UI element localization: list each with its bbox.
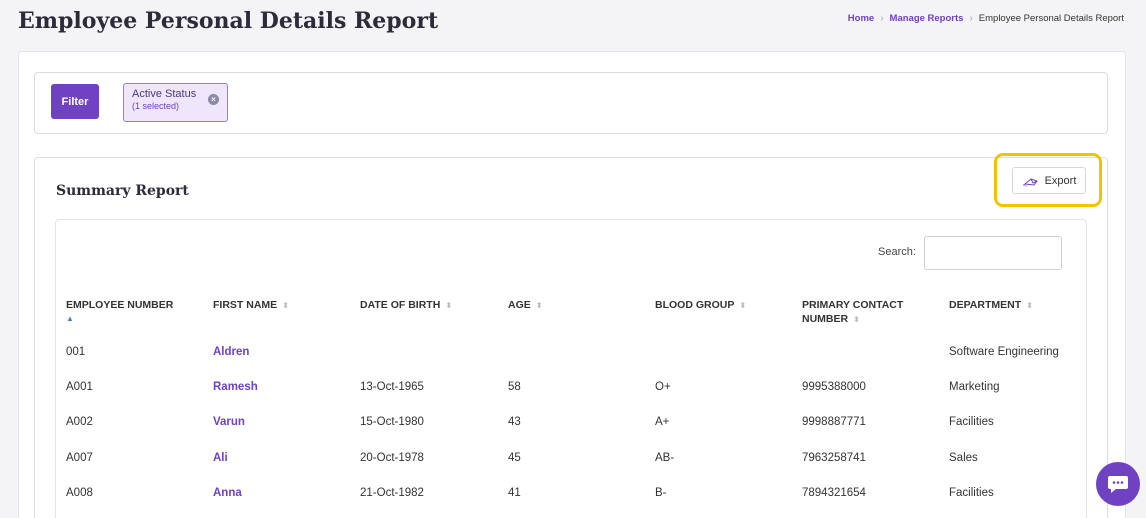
cell-employee-number: A008 — [66, 487, 93, 499]
breadcrumb: Home › Manage Reports › Employee Persona… — [848, 13, 1124, 24]
sort-icon: ⬍ — [535, 301, 543, 310]
cell-blood-group: O+ — [655, 381, 671, 393]
export-icon — [1022, 177, 1038, 187]
sort-icon: ⬍ — [853, 315, 860, 324]
chat-icon — [1108, 476, 1128, 493]
filter-button[interactable]: Filter — [51, 84, 99, 119]
column-header-label: AGE — [508, 299, 531, 311]
export-label: Export — [1044, 174, 1077, 187]
chat-button[interactable] — [1096, 462, 1140, 506]
column-header-blood-group[interactable]: BLOOD GROUP ⬍ — [655, 298, 746, 313]
cell-date-of-birth: 13-Oct-1965 — [360, 381, 424, 393]
cell-department: Facilities — [949, 487, 994, 499]
cell-age: 43 — [508, 416, 521, 428]
cell-date-of-birth: 15-Oct-1980 — [360, 416, 424, 428]
column-header-label: DATE OF BIRTH — [360, 299, 441, 311]
sort-asc-icon: ▲ — [66, 314, 74, 323]
cell-first-name-link[interactable]: Ramesh — [213, 381, 258, 393]
cell-contact-number: 9995388000 — [802, 381, 866, 393]
export-button[interactable]: Export — [1012, 167, 1086, 194]
search-label: Search: — [878, 246, 916, 258]
cell-date-of-birth: 21-Oct-1982 — [360, 487, 424, 499]
breadcrumb-home[interactable]: Home — [848, 13, 874, 24]
cell-employee-number: A001 — [66, 381, 93, 393]
cell-age: 45 — [508, 452, 521, 464]
cell-department: Marketing — [949, 381, 1000, 393]
sort-icon: ⬍ — [282, 301, 289, 310]
cell-employee-number: 001 — [66, 346, 86, 358]
cell-employee-number: A007 — [66, 452, 93, 464]
cell-contact-number: 9998887771 — [802, 416, 866, 428]
cell-contact-number: 7963258741 — [802, 452, 866, 464]
report-title: Summary Report — [56, 183, 189, 199]
cell-first-name-link[interactable]: Varun — [213, 416, 245, 428]
cell-age: 58 — [508, 381, 521, 393]
column-header-primary-contact-number[interactable]: PRIMARY CONTACT NUMBER ⬍ — [802, 298, 927, 327]
cell-employee-number: A002 — [66, 416, 93, 428]
column-header-department[interactable]: DEPARTMENT ⬍ — [949, 298, 1033, 313]
cell-department: Facilities — [949, 416, 994, 428]
column-header-label: EMPLOYEE NUMBER — [66, 299, 174, 311]
cell-first-name-link[interactable]: Ali — [213, 452, 228, 464]
column-header-label: BLOOD GROUP — [655, 299, 735, 311]
breadcrumb-manage-reports[interactable]: Manage Reports — [890, 13, 964, 24]
chip-selected-count: (1 selected) — [132, 101, 180, 111]
cell-department: Sales — [949, 452, 978, 464]
cell-department: Software Engineering — [949, 346, 1059, 358]
column-header-label: FIRST NAME — [213, 299, 278, 311]
cell-first-name-link[interactable]: Aldren — [213, 346, 249, 358]
cell-first-name-link[interactable]: Anna — [213, 487, 242, 499]
column-header-employee-number[interactable]: EMPLOYEE NUMBER ▲ — [66, 298, 173, 326]
close-circle-icon[interactable]: × — [208, 94, 219, 105]
breadcrumb-current: Employee Personal Details Report — [978, 13, 1124, 24]
cell-blood-group: AB- — [655, 452, 675, 464]
sort-icon: ⬍ — [445, 301, 453, 310]
sort-icon: ⬍ — [739, 301, 747, 310]
chip-label: Active Status — [132, 88, 197, 100]
chevron-right-icon: › — [880, 13, 884, 24]
cell-date-of-birth: 20-Oct-1978 — [360, 452, 424, 464]
column-header-first-name[interactable]: FIRST NAME ⬍ — [213, 298, 289, 313]
page-title: Employee Personal Details Report — [18, 8, 439, 34]
column-header-date-of-birth[interactable]: DATE OF BIRTH ⬍ — [360, 298, 452, 313]
chevron-right-icon: › — [969, 13, 973, 24]
column-header-age[interactable]: AGE ⬍ — [508, 298, 542, 313]
cell-contact-number: 7894321654 — [802, 487, 866, 499]
cell-blood-group: B- — [655, 487, 667, 499]
cell-age: 41 — [508, 487, 521, 499]
active-status-filter-chip[interactable]: Active Status (1 selected) × — [123, 83, 228, 122]
search-input[interactable] — [924, 236, 1062, 270]
cell-blood-group: A+ — [655, 416, 670, 428]
column-header-label: DEPARTMENT — [949, 299, 1022, 311]
sort-icon: ⬍ — [1026, 301, 1033, 310]
